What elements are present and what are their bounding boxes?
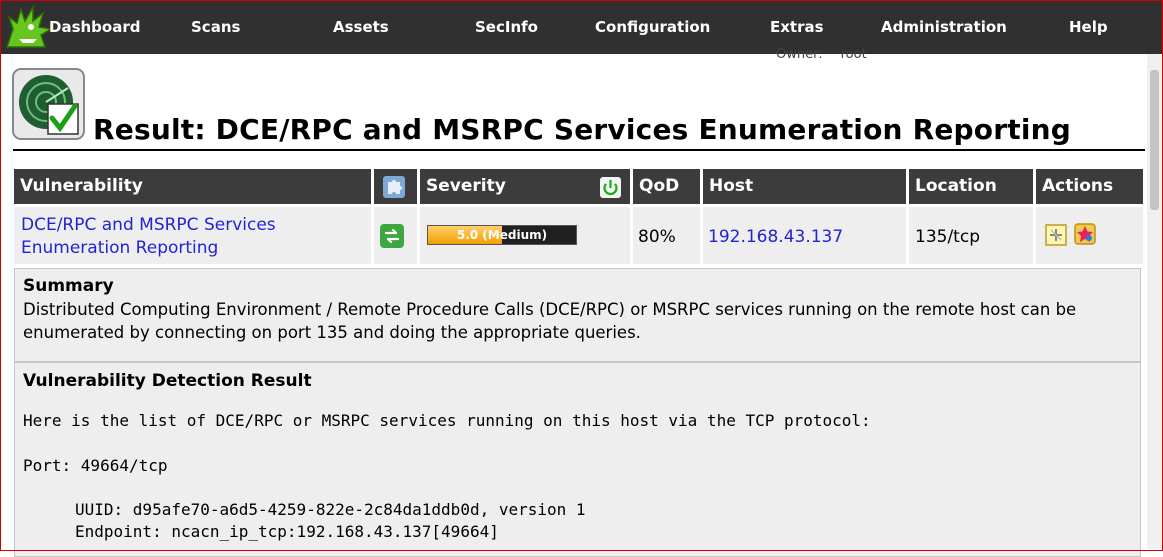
nav-scans[interactable]: Scans bbox=[191, 18, 240, 36]
solution-type-cell bbox=[374, 207, 417, 264]
summary-text: Distributed Computing Environment / Remo… bbox=[23, 300, 1077, 342]
detection-line-port: Port: 49664/tcp bbox=[23, 456, 168, 475]
nav-administration[interactable]: Administration bbox=[881, 18, 1007, 36]
severity-header-label: Severity bbox=[426, 176, 506, 196]
severity-bar: 5.0 (Medium) bbox=[427, 225, 577, 245]
main-navbar: Dashboard Scans Assets SecInfo Configura… bbox=[1, 1, 1162, 54]
owner-label: Owner: bbox=[776, 47, 823, 62]
actions-cell bbox=[1036, 207, 1143, 264]
location-value: 135/tcp bbox=[915, 227, 980, 247]
col-severity[interactable]: Severity bbox=[420, 169, 630, 204]
detection-line-intro: Here is the list of DCE/RPC or MSRPC ser… bbox=[23, 411, 871, 430]
detection-line-uuid: UUID: d95afe70-a6d5-4259-822e-2c84da1ddb… bbox=[75, 500, 586, 519]
host-link[interactable]: 192.168.43.137 bbox=[708, 227, 843, 247]
greenbone-logo-icon[interactable] bbox=[3, 3, 53, 53]
add-override-icon[interactable] bbox=[1074, 223, 1096, 245]
nav-help[interactable]: Help bbox=[1069, 18, 1108, 36]
nav-assets[interactable]: Assets bbox=[333, 18, 389, 36]
detection-result-section: Vulnerability Detection Result Here is t… bbox=[14, 362, 1141, 557]
page-title: Result: DCE/RPC and MSRPC Services Enume… bbox=[93, 113, 1072, 146]
owner-value: root bbox=[840, 47, 867, 62]
col-actions: Actions bbox=[1036, 169, 1143, 204]
qod-value: 80% bbox=[638, 227, 676, 247]
title-divider bbox=[13, 149, 1145, 151]
owner-info: Owner: root bbox=[776, 47, 867, 62]
nav-extras[interactable]: Extras bbox=[770, 18, 824, 36]
power-icon bbox=[600, 177, 621, 198]
detection-result-heading: Vulnerability Detection Result bbox=[23, 371, 312, 391]
table-row-vulnerability-cell[interactable]: DCE/RPC and MSRPC Services Enumeration R… bbox=[14, 207, 371, 264]
vendorfix-icon bbox=[380, 224, 404, 248]
scrollbar-thumb[interactable] bbox=[1150, 70, 1159, 210]
col-vulnerability[interactable]: Vulnerability bbox=[14, 169, 371, 204]
add-note-icon[interactable] bbox=[1045, 224, 1067, 246]
result-radar-icon bbox=[12, 68, 85, 140]
vulnerability-link-line1[interactable]: DCE/RPC and MSRPC Services bbox=[21, 214, 371, 237]
host-cell[interactable]: 192.168.43.137 bbox=[703, 207, 906, 264]
location-cell: 135/tcp bbox=[909, 207, 1033, 264]
nav-secinfo[interactable]: SecInfo bbox=[475, 18, 538, 36]
col-host[interactable]: Host bbox=[703, 169, 906, 204]
summary-section: Summary Distributed Computing Environmen… bbox=[14, 268, 1141, 362]
col-location[interactable]: Location bbox=[909, 169, 1033, 204]
summary-heading: Summary bbox=[23, 276, 114, 296]
detection-line-endpoint: Endpoint: ncacn_ip_tcp:192.168.43.137[49… bbox=[75, 522, 499, 541]
nav-configuration[interactable]: Configuration bbox=[595, 18, 710, 36]
nav-dashboard[interactable]: Dashboard bbox=[49, 18, 140, 36]
qod-cell: 80% bbox=[633, 207, 700, 264]
col-qod[interactable]: QoD bbox=[633, 169, 700, 204]
severity-cell: 5.0 (Medium) bbox=[420, 207, 630, 264]
severity-bar-text: 5.0 (Medium) bbox=[456, 228, 548, 242]
col-solution-type[interactable] bbox=[374, 169, 417, 204]
solution-puzzle-icon bbox=[383, 176, 405, 198]
vulnerability-link-line2[interactable]: Enumeration Reporting bbox=[21, 237, 371, 260]
